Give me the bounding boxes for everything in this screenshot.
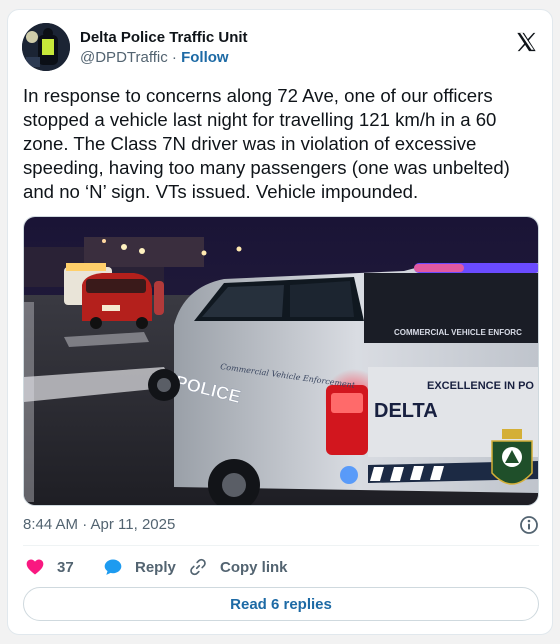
author-names: Delta Police Traffic Unit @DPDTraffic · … <box>80 28 248 68</box>
avatar[interactable] <box>22 23 70 71</box>
link-icon <box>190 558 206 576</box>
info-icon[interactable] <box>519 515 539 535</box>
vehicle-brand-text: DELTA <box>374 400 438 422</box>
tweet-header: Delta Police Traffic Unit @DPDTraffic · … <box>22 23 540 73</box>
police-vehicle-photo: DELTA EXCELLENCE IN PO COMMERCIAL VEHICL… <box>24 217 538 505</box>
vehicle-tagline-text: EXCELLENCE IN PO <box>427 380 534 392</box>
author-handle-row: @DPDTraffic · Follow <box>80 48 248 68</box>
avatar-image <box>22 23 70 71</box>
author-display-name[interactable]: Delta Police Traffic Unit <box>80 28 248 47</box>
copy-link-button[interactable]: Copy link <box>188 555 288 579</box>
timestamp-row: 8:44 AM · Apr 11, 2025 <box>23 515 539 535</box>
read-replies-button[interactable]: Read 6 replies <box>23 587 539 621</box>
action-bar: 37 Reply Copy link <box>23 555 539 579</box>
reply-label: Reply <box>135 558 176 576</box>
tweet-timestamp[interactable]: 8:44 AM · Apr 11, 2025 <box>23 516 175 533</box>
like-count: 37 <box>57 558 74 576</box>
copy-link-label: Copy link <box>220 558 288 576</box>
author-handle[interactable]: @DPDTraffic <box>80 49 168 66</box>
speech-bubble-icon <box>104 559 122 575</box>
tweet-photo[interactable]: DELTA EXCELLENCE IN PO COMMERCIAL VEHICL… <box>23 216 539 506</box>
x-logo-icon[interactable] <box>515 31 538 53</box>
vehicle-banner-text: COMMERCIAL VEHICLE ENFORC <box>394 328 522 337</box>
reply-button[interactable]: Reply <box>103 555 176 579</box>
follow-link[interactable]: Follow <box>181 49 229 66</box>
tweet-card: Delta Police Traffic Unit @DPDTraffic · … <box>7 9 553 635</box>
handle-separator: · <box>171 49 177 66</box>
divider <box>23 545 539 546</box>
tweet-text: In response to concerns along 72 Ave, on… <box>23 85 510 202</box>
heart-icon <box>26 559 44 575</box>
like-button[interactable]: 37 <box>25 555 74 579</box>
